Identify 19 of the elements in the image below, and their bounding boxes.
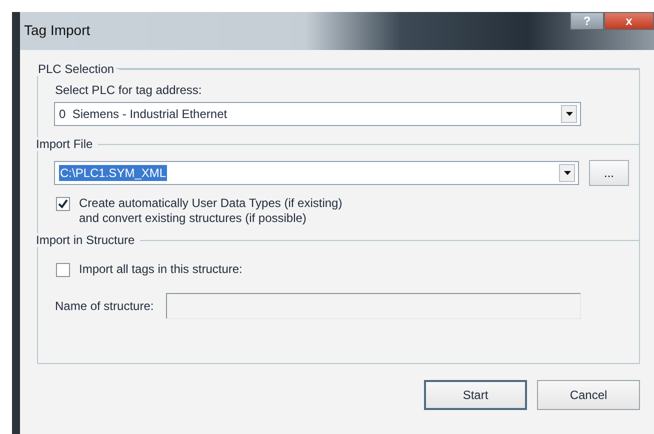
input-field[interactable]	[166, 293, 581, 319]
dropdown[interactable]: 0 Siemens - Industrial Ethernet	[54, 102, 581, 126]
section-title: Import File	[34, 137, 95, 151]
dialog-button[interactable]: Cancel	[537, 380, 640, 410]
checkbox-label: Create automatically User Data Types (if existing) and convert existing structures (if possible)	[79, 196, 342, 226]
browse-button[interactable]: ...	[589, 160, 629, 186]
checkbox[interactable]	[56, 263, 70, 277]
field-label: Select PLC for tag address:	[55, 83, 203, 97]
field-label: Name of structure:	[55, 299, 154, 313]
dialog-button[interactable]: Start	[424, 380, 527, 410]
checkbox-label: Import all tags in this structure:	[79, 262, 242, 277]
checkbox[interactable]	[56, 197, 70, 211]
caret-icon	[564, 171, 570, 175]
section-title: Import in Structure	[34, 233, 137, 247]
close-button[interactable]: x	[604, 12, 654, 30]
dropdown[interactable]: C:\PLC1.SYM_XML	[54, 161, 579, 185]
caret-icon	[566, 112, 572, 116]
section-title: PLC Selection	[36, 62, 116, 76]
window-title: Tag Import	[23, 21, 92, 38]
